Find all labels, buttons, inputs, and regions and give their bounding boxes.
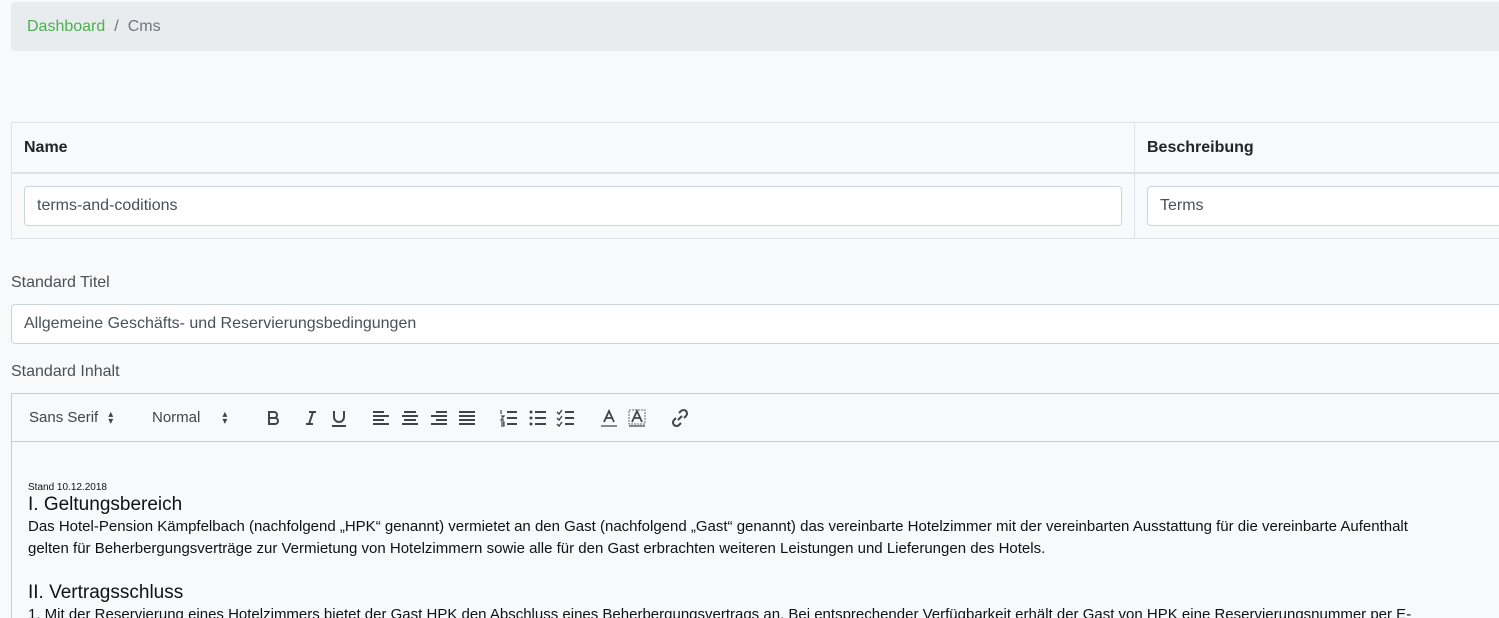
italic-button[interactable] xyxy=(300,394,322,441)
bold-button[interactable] xyxy=(262,394,284,441)
editor-content[interactable]: Stand 10.12.2018 I. Geltungsbereich Das … xyxy=(28,482,1499,618)
standard-titel-label: Standard Titel xyxy=(11,274,110,291)
link-icon xyxy=(671,408,689,427)
font-picker[interactable]: Sans Serif ▴ ▾ xyxy=(29,394,129,441)
align-right-icon xyxy=(431,410,447,425)
breadcrumb-current: Cms xyxy=(127,17,161,35)
size-picker-label: Normal xyxy=(152,409,201,426)
section1-line2: gelten für Beherbergungsverträge zur Ver… xyxy=(28,540,1046,557)
align-right-button[interactable] xyxy=(428,394,450,441)
name-column: Name xyxy=(12,123,1135,238)
background-color-icon xyxy=(628,408,646,427)
cms-info-table: Name Beschreibung xyxy=(11,122,1499,239)
section1-title: I. Geltungsbereich xyxy=(28,494,183,515)
link-button[interactable] xyxy=(669,394,691,441)
align-justify-button[interactable] xyxy=(456,394,478,441)
background-color-button[interactable] xyxy=(626,394,648,441)
size-picker[interactable]: Normal ▴ ▾ xyxy=(152,394,242,441)
name-input[interactable] xyxy=(24,186,1122,226)
ordered-list-icon xyxy=(499,409,517,427)
underline-button[interactable] xyxy=(328,394,350,441)
breadcrumb-dashboard-link[interactable]: Dashboard xyxy=(27,18,105,36)
bullet-list-icon xyxy=(529,410,546,425)
section2-line1: 1. Mit der Reservierung eines Hotelzimme… xyxy=(28,606,1412,618)
picker-arrows-icon: ▴ ▾ xyxy=(108,408,114,427)
font-picker-label: Sans Serif xyxy=(29,409,99,426)
picker-arrows-icon: ▴ ▾ xyxy=(222,408,228,427)
section2-title: II. Vertragsschluss xyxy=(28,582,184,603)
beschreibung-input[interactable] xyxy=(1147,186,1499,226)
check-list-button[interactable] xyxy=(555,394,577,441)
editor-toolbar: Sans Serif ▴ ▾ Normal ▴ ▾ xyxy=(12,394,1499,442)
underline-icon xyxy=(332,410,346,427)
align-justify-icon xyxy=(459,410,475,425)
italic-icon xyxy=(306,410,316,425)
align-center-icon xyxy=(402,410,418,425)
text-color-icon xyxy=(601,408,617,427)
content-stand: Stand 10.12.2018 xyxy=(28,482,107,493)
name-header: Name xyxy=(12,123,1134,174)
beschreibung-column: Beschreibung xyxy=(1135,123,1499,238)
breadcrumb-separator: / xyxy=(114,17,119,35)
check-list-icon xyxy=(556,409,574,427)
beschreibung-header: Beschreibung xyxy=(1135,123,1499,174)
standard-inhalt-label: Standard Inhalt xyxy=(11,363,120,380)
align-center-button[interactable] xyxy=(399,394,421,441)
breadcrumb: Dashboard / Cms xyxy=(11,2,1499,51)
ordered-list-button[interactable] xyxy=(498,394,520,441)
bullet-list-button[interactable] xyxy=(527,394,549,441)
align-left-button[interactable] xyxy=(370,394,392,441)
bold-icon xyxy=(268,410,279,425)
text-color-button[interactable] xyxy=(598,394,620,441)
align-left-icon xyxy=(373,410,389,425)
section1-line1: Das Hotel-Pension Kämpfelbach (nachfolge… xyxy=(28,518,1408,535)
rich-text-editor: Sans Serif ▴ ▾ Normal ▴ ▾ Stand 10.12.20… xyxy=(11,393,1499,618)
standard-titel-input[interactable] xyxy=(11,304,1499,344)
